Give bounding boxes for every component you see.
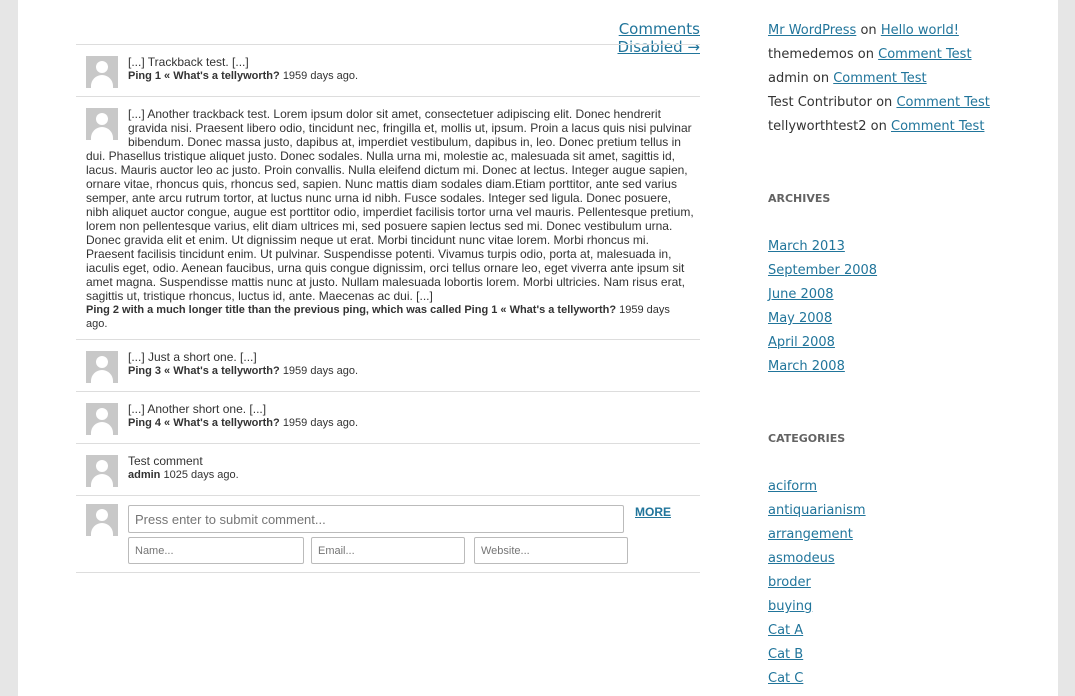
comment-meta: Ping 1 « What's a tellyworth? 1959 days … bbox=[86, 69, 694, 83]
category-link[interactable]: aciform bbox=[768, 479, 817, 494]
category-link[interactable]: buying bbox=[768, 599, 812, 614]
comment-date: 1959 days ago. bbox=[282, 70, 359, 82]
avatar bbox=[86, 351, 118, 383]
comment-item: [...] Another short one. [...] Ping 4 « … bbox=[76, 391, 700, 443]
comment-meta: Ping 2 with a much longer title than the… bbox=[86, 303, 694, 331]
comment-item: Test comment admin 1025 days ago. bbox=[76, 443, 700, 495]
category-link[interactable]: Cat A bbox=[768, 623, 803, 638]
recent-comment-item: tellyworthtest2 on Comment Test bbox=[768, 119, 984, 134]
category-link[interactable]: antiquarianism bbox=[768, 503, 866, 518]
comment-date: 1025 days ago. bbox=[163, 469, 239, 481]
website-field[interactable] bbox=[474, 537, 628, 564]
comment-meta: admin 1025 days ago. bbox=[86, 468, 694, 482]
category-link[interactable]: asmodeus bbox=[768, 551, 835, 566]
avatar bbox=[86, 504, 118, 536]
archive-link[interactable]: September 2008 bbox=[768, 263, 877, 278]
category-link[interactable]: arrangement bbox=[768, 527, 853, 542]
avatar bbox=[86, 455, 118, 487]
comment-input[interactable] bbox=[128, 505, 624, 533]
comment-item: [...] Just a short one. [...] Ping 3 « W… bbox=[76, 339, 700, 391]
archive-link[interactable]: March 2013 bbox=[768, 239, 845, 254]
name-field[interactable] bbox=[128, 537, 304, 564]
recent-comment-post[interactable]: Comment Test bbox=[891, 119, 984, 134]
comment-text: [...] Trackback test. [...] bbox=[128, 55, 249, 69]
more-link[interactable]: MORE bbox=[635, 505, 671, 519]
category-link[interactable]: Cat B bbox=[768, 647, 803, 662]
comment-author[interactable]: Ping 3 « What's a tellyworth? bbox=[128, 365, 280, 377]
recent-comment-item: themedemos on Comment Test bbox=[768, 47, 972, 62]
comment-text: Test comment bbox=[128, 454, 203, 468]
recent-comment-author: Test Contributor bbox=[768, 95, 872, 110]
avatar bbox=[86, 108, 118, 140]
category-link[interactable]: broder bbox=[768, 575, 811, 590]
comment-author[interactable]: admin bbox=[128, 469, 160, 481]
recent-comment-post[interactable]: Comment Test bbox=[896, 95, 989, 110]
comment-text: [...] Another trackback test. Lorem ipsu… bbox=[86, 107, 694, 303]
comment-meta: Ping 3 « What's a tellyworth? 1959 days … bbox=[86, 364, 694, 378]
avatar bbox=[86, 56, 118, 88]
recent-comment-on: on bbox=[857, 47, 874, 62]
recent-comment-item: Test Contributor on Comment Test bbox=[768, 95, 990, 110]
recent-comment-post[interactable]: Hello world! bbox=[881, 23, 959, 38]
recent-comment-on: on bbox=[812, 71, 830, 86]
archive-link[interactable]: May 2008 bbox=[768, 311, 832, 326]
comment-author[interactable]: Ping 4 « What's a tellyworth? bbox=[128, 417, 280, 429]
archive-link[interactable]: June 2008 bbox=[768, 287, 834, 302]
comment-form: MORE bbox=[76, 495, 700, 573]
archives-title: ARCHIVES bbox=[768, 192, 831, 205]
archive-link[interactable]: April 2008 bbox=[768, 335, 835, 350]
comment-text: [...] Another short one. [...] bbox=[128, 402, 267, 416]
comment-item: [...] Another trackback test. Lorem ipsu… bbox=[76, 96, 700, 339]
avatar bbox=[86, 403, 118, 435]
recent-comment-on: on bbox=[870, 119, 887, 134]
recent-comment-author: tellyworthtest2 bbox=[768, 119, 867, 134]
recent-comment-author: admin bbox=[768, 71, 809, 86]
recent-comment-post[interactable]: Comment Test bbox=[833, 71, 926, 86]
archive-link[interactable]: March 2008 bbox=[768, 359, 845, 374]
category-link[interactable]: Cat C bbox=[768, 671, 803, 686]
recent-comment-author: themedemos bbox=[768, 47, 854, 62]
comment-author[interactable]: Ping 2 with a much longer title than the… bbox=[86, 304, 616, 316]
categories-title: CATEGORIES bbox=[768, 432, 846, 445]
comment-author[interactable]: Ping 1 « What's a tellyworth? bbox=[128, 70, 280, 82]
comment-item: [...] Trackback test. [...] Ping 1 « Wha… bbox=[76, 44, 700, 96]
recent-comment-post[interactable]: Comment Test bbox=[878, 47, 971, 62]
email-field[interactable] bbox=[311, 537, 465, 564]
comment-date: 1959 days ago. bbox=[282, 365, 359, 377]
recent-comment-on: on bbox=[860, 23, 877, 38]
comment-text: [...] Just a short one. [...] bbox=[128, 350, 257, 364]
recent-comment-author[interactable]: Mr WordPress bbox=[768, 23, 856, 38]
recent-comment-item: admin on Comment Test bbox=[768, 71, 927, 86]
recent-comment-item: Mr WordPress on Hello world! bbox=[768, 23, 959, 38]
comment-date: 1959 days ago. bbox=[282, 417, 359, 429]
comment-meta: Ping 4 « What's a tellyworth? 1959 days … bbox=[86, 416, 694, 430]
comments-list: [...] Trackback test. [...] Ping 1 « Wha… bbox=[76, 44, 700, 573]
recent-comment-on: on bbox=[876, 95, 893, 110]
